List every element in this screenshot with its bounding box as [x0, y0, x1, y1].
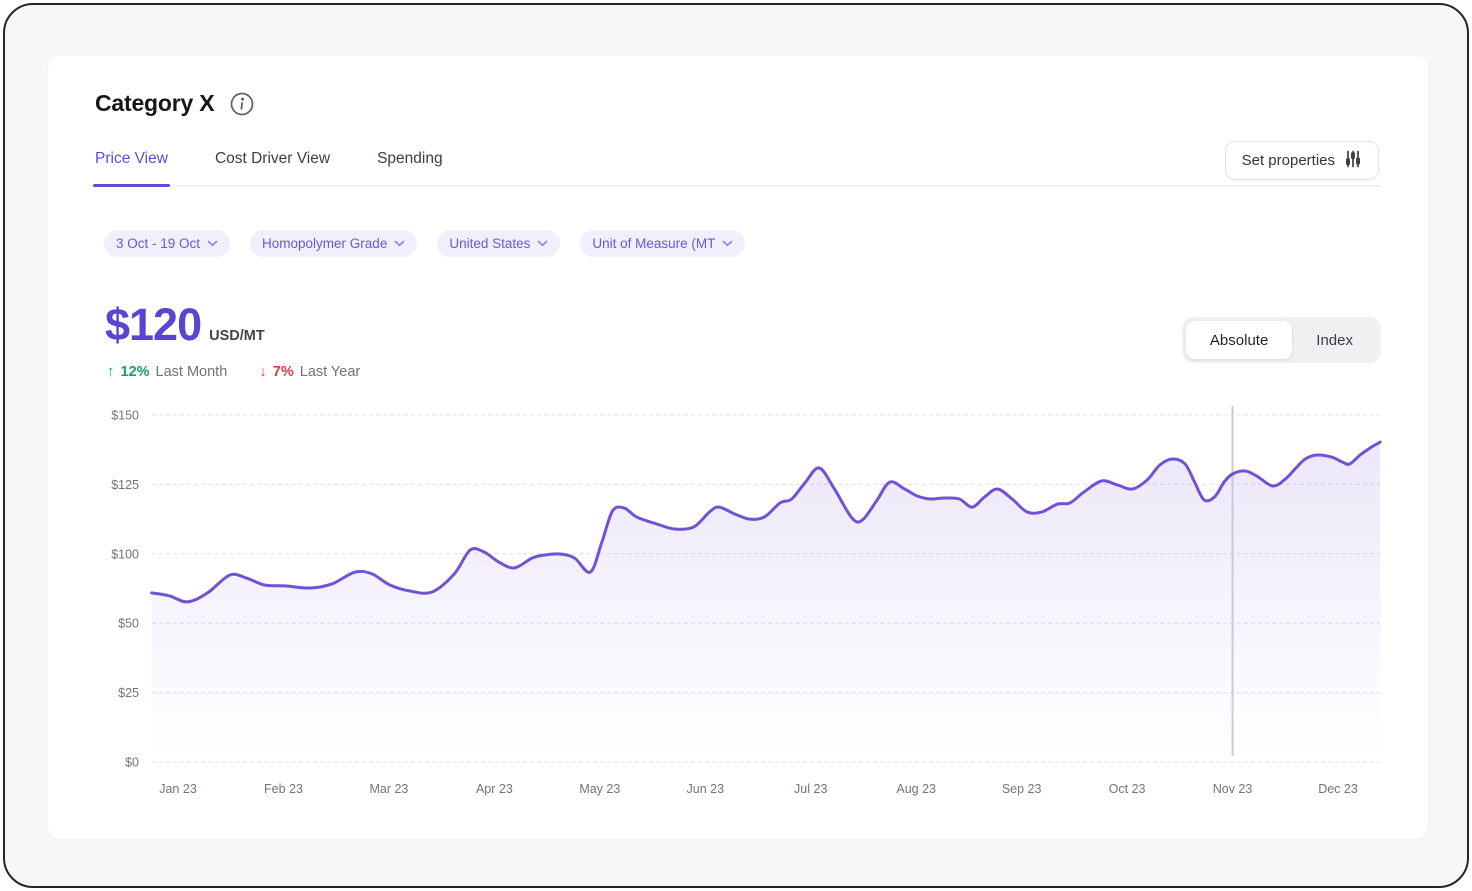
x-axis-label: Feb 23: [264, 782, 303, 796]
y-axis-label: $50: [118, 617, 139, 631]
price-trend-chart[interactable]: $150 $125 $100 $50 $25 $0 Jan 23 Feb 23 Mar 23 Ap…: [48, 56, 1428, 839]
x-axis-label: Jul 23: [794, 782, 827, 796]
x-axis-label: Mar 23: [369, 782, 408, 796]
y-axis-label: $100: [111, 547, 139, 561]
x-axis-label: Jun 23: [687, 782, 725, 796]
y-axis-label: $125: [111, 478, 139, 492]
x-axis-label: May 23: [579, 782, 620, 796]
x-axis-label: Nov 23: [1213, 782, 1253, 796]
y-axis-label: $25: [118, 686, 139, 700]
y-axis-label: $0: [125, 756, 139, 770]
x-axis-label: Jan 23: [159, 782, 197, 796]
y-axis-label: $150: [111, 409, 139, 423]
category-card: Category X Price View Cost Driver View S…: [48, 56, 1428, 839]
app-frame: Category X Price View Cost Driver View S…: [3, 3, 1469, 888]
x-axis-label: Apr 23: [476, 782, 513, 796]
x-axis-label: Oct 23: [1109, 782, 1146, 796]
x-axis-label: Aug 23: [896, 782, 936, 796]
x-axis-label: Sep 23: [1002, 782, 1042, 796]
x-axis-label: Dec 23: [1318, 782, 1358, 796]
price-area-fill: [152, 442, 1381, 762]
